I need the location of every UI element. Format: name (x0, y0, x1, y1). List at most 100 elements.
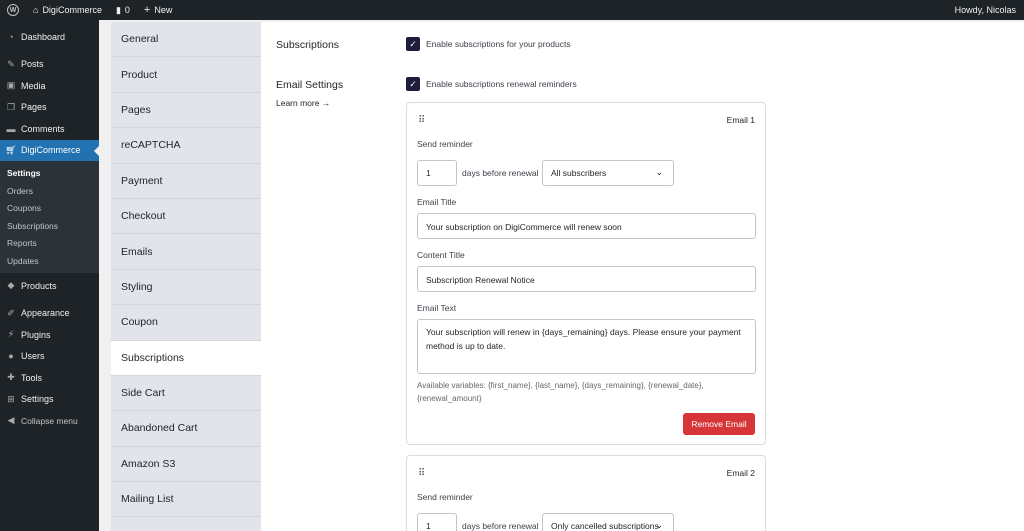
tab-amazon-s3[interactable]: Amazon S3 (111, 447, 261, 483)
learn-more-link[interactable]: Learn more → (276, 98, 330, 108)
submenu-item-updates[interactable]: Updates (0, 251, 99, 269)
tab-coupon[interactable]: Coupon (111, 305, 261, 341)
menu-item-tools[interactable]: ✚ Tools (0, 367, 99, 389)
enable-reminders-label: Enable subscriptions renewal reminders (426, 79, 577, 89)
content-title-label: Content Title (417, 250, 465, 260)
checkmark-icon: ✓ (409, 78, 417, 89)
menu-item-appearance[interactable]: ✐ Appearance (0, 303, 99, 325)
tab-recaptcha[interactable]: reCAPTCHA (111, 128, 261, 164)
audience-select[interactable]: All subscribers ⌄ (542, 160, 674, 186)
digicommerce-submenu: Settings Orders Coupons Subscriptions Re… (0, 161, 99, 273)
menu-item-digicommerce[interactable]: 🛒︎ DigiCommerce (0, 139, 99, 161)
tab-side-cart[interactable]: Side Cart (111, 376, 261, 412)
pin-icon: ✎ (7, 58, 15, 69)
email-settings-label: Email Settings (276, 79, 344, 91)
tab-product[interactable]: Product (111, 57, 261, 93)
email-reminder-card-1: ⠿ Email 1 Send reminder 1 days before re… (406, 102, 766, 445)
days-before-label: days before renewal (462, 521, 539, 531)
enable-reminders-checkbox[interactable]: ✓ (406, 77, 420, 91)
site-name-link[interactable]: ⌂ DigiCommerce (26, 0, 109, 20)
howdy-text: Howdy, Nicolas (954, 5, 1016, 15)
tab-emails[interactable]: Emails (111, 234, 261, 270)
days-before-input[interactable]: 1 (417, 513, 457, 531)
wordpress-icon: W (7, 4, 19, 16)
drag-handle-icon[interactable]: ⠿ (418, 115, 425, 126)
settings-icon: ⊞ (7, 393, 15, 404)
new-label: New (154, 5, 173, 15)
subscriptions-label: Subscriptions (276, 39, 340, 51)
menu-label: Pages (21, 102, 47, 113)
days-before-input[interactable]: 1 (417, 160, 457, 186)
tab-abandoned-cart[interactable]: Abandoned Cart (111, 411, 261, 447)
menu-label: Tools (21, 372, 43, 383)
products-icon: ◆ (7, 280, 15, 291)
menu-label: Appearance (21, 308, 70, 319)
wordpress-logo-button[interactable]: W (0, 0, 26, 20)
available-variables-help: Available variables: {first_name}, {last… (417, 381, 704, 403)
admin-bar: W ⌂ DigiCommerce ▮ 0 + New Howdy, Nicola… (0, 0, 1024, 20)
menu-item-products[interactable]: ◆ Products (0, 275, 99, 297)
chevron-down-icon: ⌄ (655, 520, 663, 530)
menu-label: Posts (21, 59, 44, 70)
audience-selected: Only cancelled subscriptions (551, 521, 659, 531)
tab-mailing-list[interactable]: Mailing List (111, 482, 261, 518)
new-content-link[interactable]: + New (137, 0, 179, 20)
email-reminder-card-2: ⠿ Email 2 Send reminder 1 days before re… (406, 455, 766, 531)
media-icon: ▣ (6, 80, 16, 91)
dashboard-icon: ◔ (8, 31, 14, 42)
content-title-input[interactable]: Subscription Renewal Notice (417, 266, 756, 292)
menu-item-pages[interactable]: ❐ Pages (0, 97, 99, 119)
email-card-title: Email 2 (726, 468, 755, 478)
remove-email-button[interactable]: Remove Email (683, 413, 755, 435)
email-title-input[interactable]: Your subscription on DigiCommerce will r… (417, 213, 756, 239)
menu-item-settings[interactable]: ⊞ Settings (0, 389, 99, 411)
comments-count: 0 (124, 5, 130, 15)
menu-item-plugins[interactable]: ⚡︎ Plugins (0, 324, 99, 346)
account-menu[interactable]: Howdy, Nicolas (948, 0, 1024, 20)
tab-checkout[interactable]: Checkout (111, 199, 261, 235)
enable-subscriptions-checkbox[interactable]: ✓ (406, 37, 420, 51)
submenu-item-coupons[interactable]: Coupons (0, 198, 99, 216)
send-reminder-label: Send reminder (417, 139, 473, 149)
submenu-item-settings[interactable]: Settings (0, 163, 99, 181)
tab-styling[interactable]: Styling (111, 270, 261, 306)
submenu-item-reports[interactable]: Reports (0, 233, 99, 251)
collapse-menu-button[interactable]: ◀ Collapse menu (0, 410, 99, 432)
email-card-title: Email 1 (726, 115, 755, 125)
site-name-label: DigiCommerce (42, 5, 102, 15)
menu-label: Plugins (21, 329, 51, 340)
enable-subscriptions-label: Enable subscriptions for your products (426, 39, 571, 49)
plugin-icon: ⚡︎ (7, 329, 15, 340)
menu-label: Settings (21, 394, 54, 405)
email-text-label: Email Text (417, 303, 457, 313)
chevron-down-icon: ⌄ (655, 167, 663, 177)
users-icon: ● (8, 351, 14, 362)
menu-label: Collapse menu (21, 415, 78, 426)
menu-item-users[interactable]: ● Users (0, 346, 99, 368)
menu-label: Products (21, 280, 57, 291)
menu-item-posts[interactable]: ✎ Posts (0, 54, 99, 76)
menu-item-comments[interactable]: ▬ Comments (0, 118, 99, 140)
tab-subscriptions[interactable]: Subscriptions (111, 340, 261, 376)
wrench-icon: ✚ (7, 372, 15, 383)
submenu-item-subscriptions[interactable]: Subscriptions (0, 216, 99, 234)
tab-general[interactable]: General (111, 22, 261, 58)
menu-label: Dashboard (21, 31, 66, 42)
drag-handle-icon[interactable]: ⠿ (418, 468, 425, 479)
menu-item-media[interactable]: ▣ Media (0, 75, 99, 97)
menu-label: DigiCommerce (21, 145, 81, 156)
menu-item-dashboard[interactable]: ◔ Dashboard (0, 26, 99, 48)
menu-label: Comments (21, 123, 65, 134)
paintbrush-icon: ✐ (7, 307, 15, 318)
settings-content: Subscriptions ✓ Enable subscriptions for… (261, 22, 1024, 531)
tab-payment[interactable]: Payment (111, 164, 261, 199)
tab-pages[interactable]: Pages (111, 93, 261, 129)
checkmark-icon: ✓ (409, 38, 417, 49)
audience-select[interactable]: Only cancelled subscriptions ⌄ (542, 513, 674, 531)
collapse-icon: ◀ (7, 415, 15, 426)
days-before-label: days before renewal (462, 168, 539, 178)
menu-label: Users (21, 351, 45, 362)
email-text-textarea[interactable]: Your subscription will renew in {days_re… (417, 319, 756, 374)
submenu-item-orders[interactable]: Orders (0, 181, 99, 199)
comments-link[interactable]: ▮ 0 (109, 0, 137, 20)
